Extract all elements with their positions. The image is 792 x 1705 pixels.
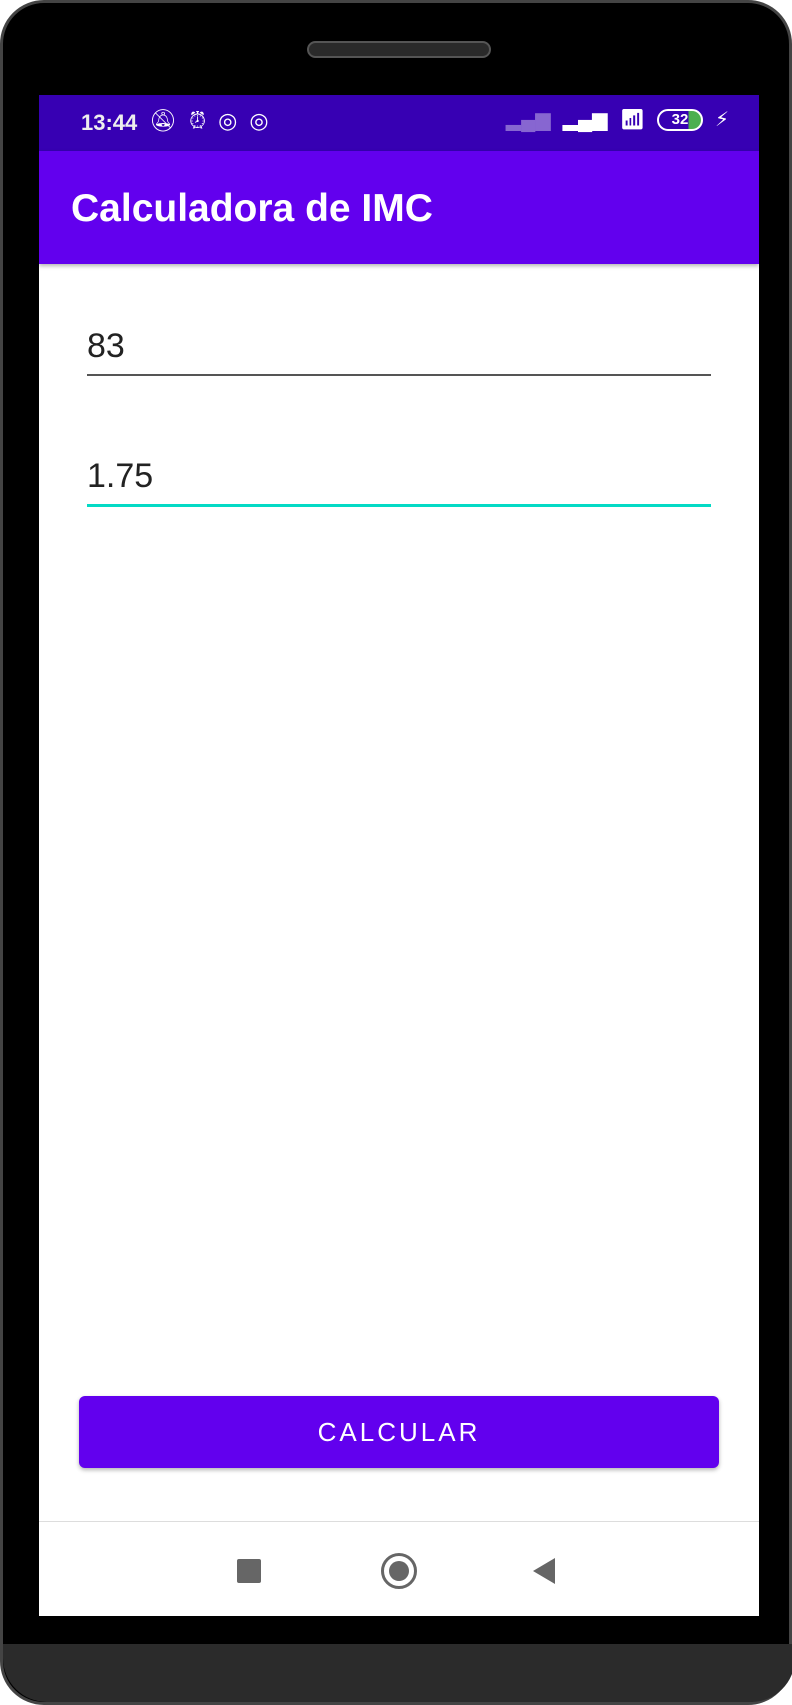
page-title: Calculadora de IMC	[71, 187, 433, 230]
signal-off-icon: ▂▄▆	[505, 109, 551, 131]
screen: 13:44 🔕︎ ⏰︎ ◎ ◎ ▂▄▆ ▂▄▆ 📶︎ 32 ⚡︎ Calcula…	[39, 95, 759, 1616]
app-notification-icon: ◎	[249, 108, 269, 133]
alarm-icon: ⏰︎	[188, 108, 207, 133]
calculate-button[interactable]: CALCULAR	[79, 1396, 719, 1468]
phone-frame: 13:44 🔕︎ ⏰︎ ◎ ◎ ▂▄▆ ▂▄▆ 📶︎ 32 ⚡︎ Calcula…	[0, 0, 792, 1705]
phone-chin	[3, 1644, 792, 1702]
speaker-grille	[307, 41, 491, 58]
app-notification-icon: ◎	[218, 108, 238, 133]
home-icon[interactable]	[381, 1553, 417, 1589]
recents-icon[interactable]	[237, 1559, 261, 1583]
charging-icon: ⚡︎	[714, 109, 729, 131]
battery-icon: 32	[656, 108, 703, 131]
back-icon[interactable]	[533, 1558, 555, 1584]
bell-off-icon: 🔕︎	[149, 108, 177, 133]
weight-input[interactable]: 83	[87, 327, 711, 376]
status-time: 13:44	[81, 110, 138, 135]
app-bar: Calculadora de IMC	[39, 151, 759, 264]
wifi-icon: 📶︎	[619, 109, 645, 131]
navigation-bar	[39, 1521, 759, 1616]
status-bar: 13:44 🔕︎ ⏰︎ ◎ ◎ ▂▄▆ ▂▄▆ 📶︎ 32 ⚡︎	[39, 95, 759, 151]
roaming-signal-icon: ▂▄▆	[562, 109, 608, 131]
height-input[interactable]: 1.75	[87, 457, 711, 507]
